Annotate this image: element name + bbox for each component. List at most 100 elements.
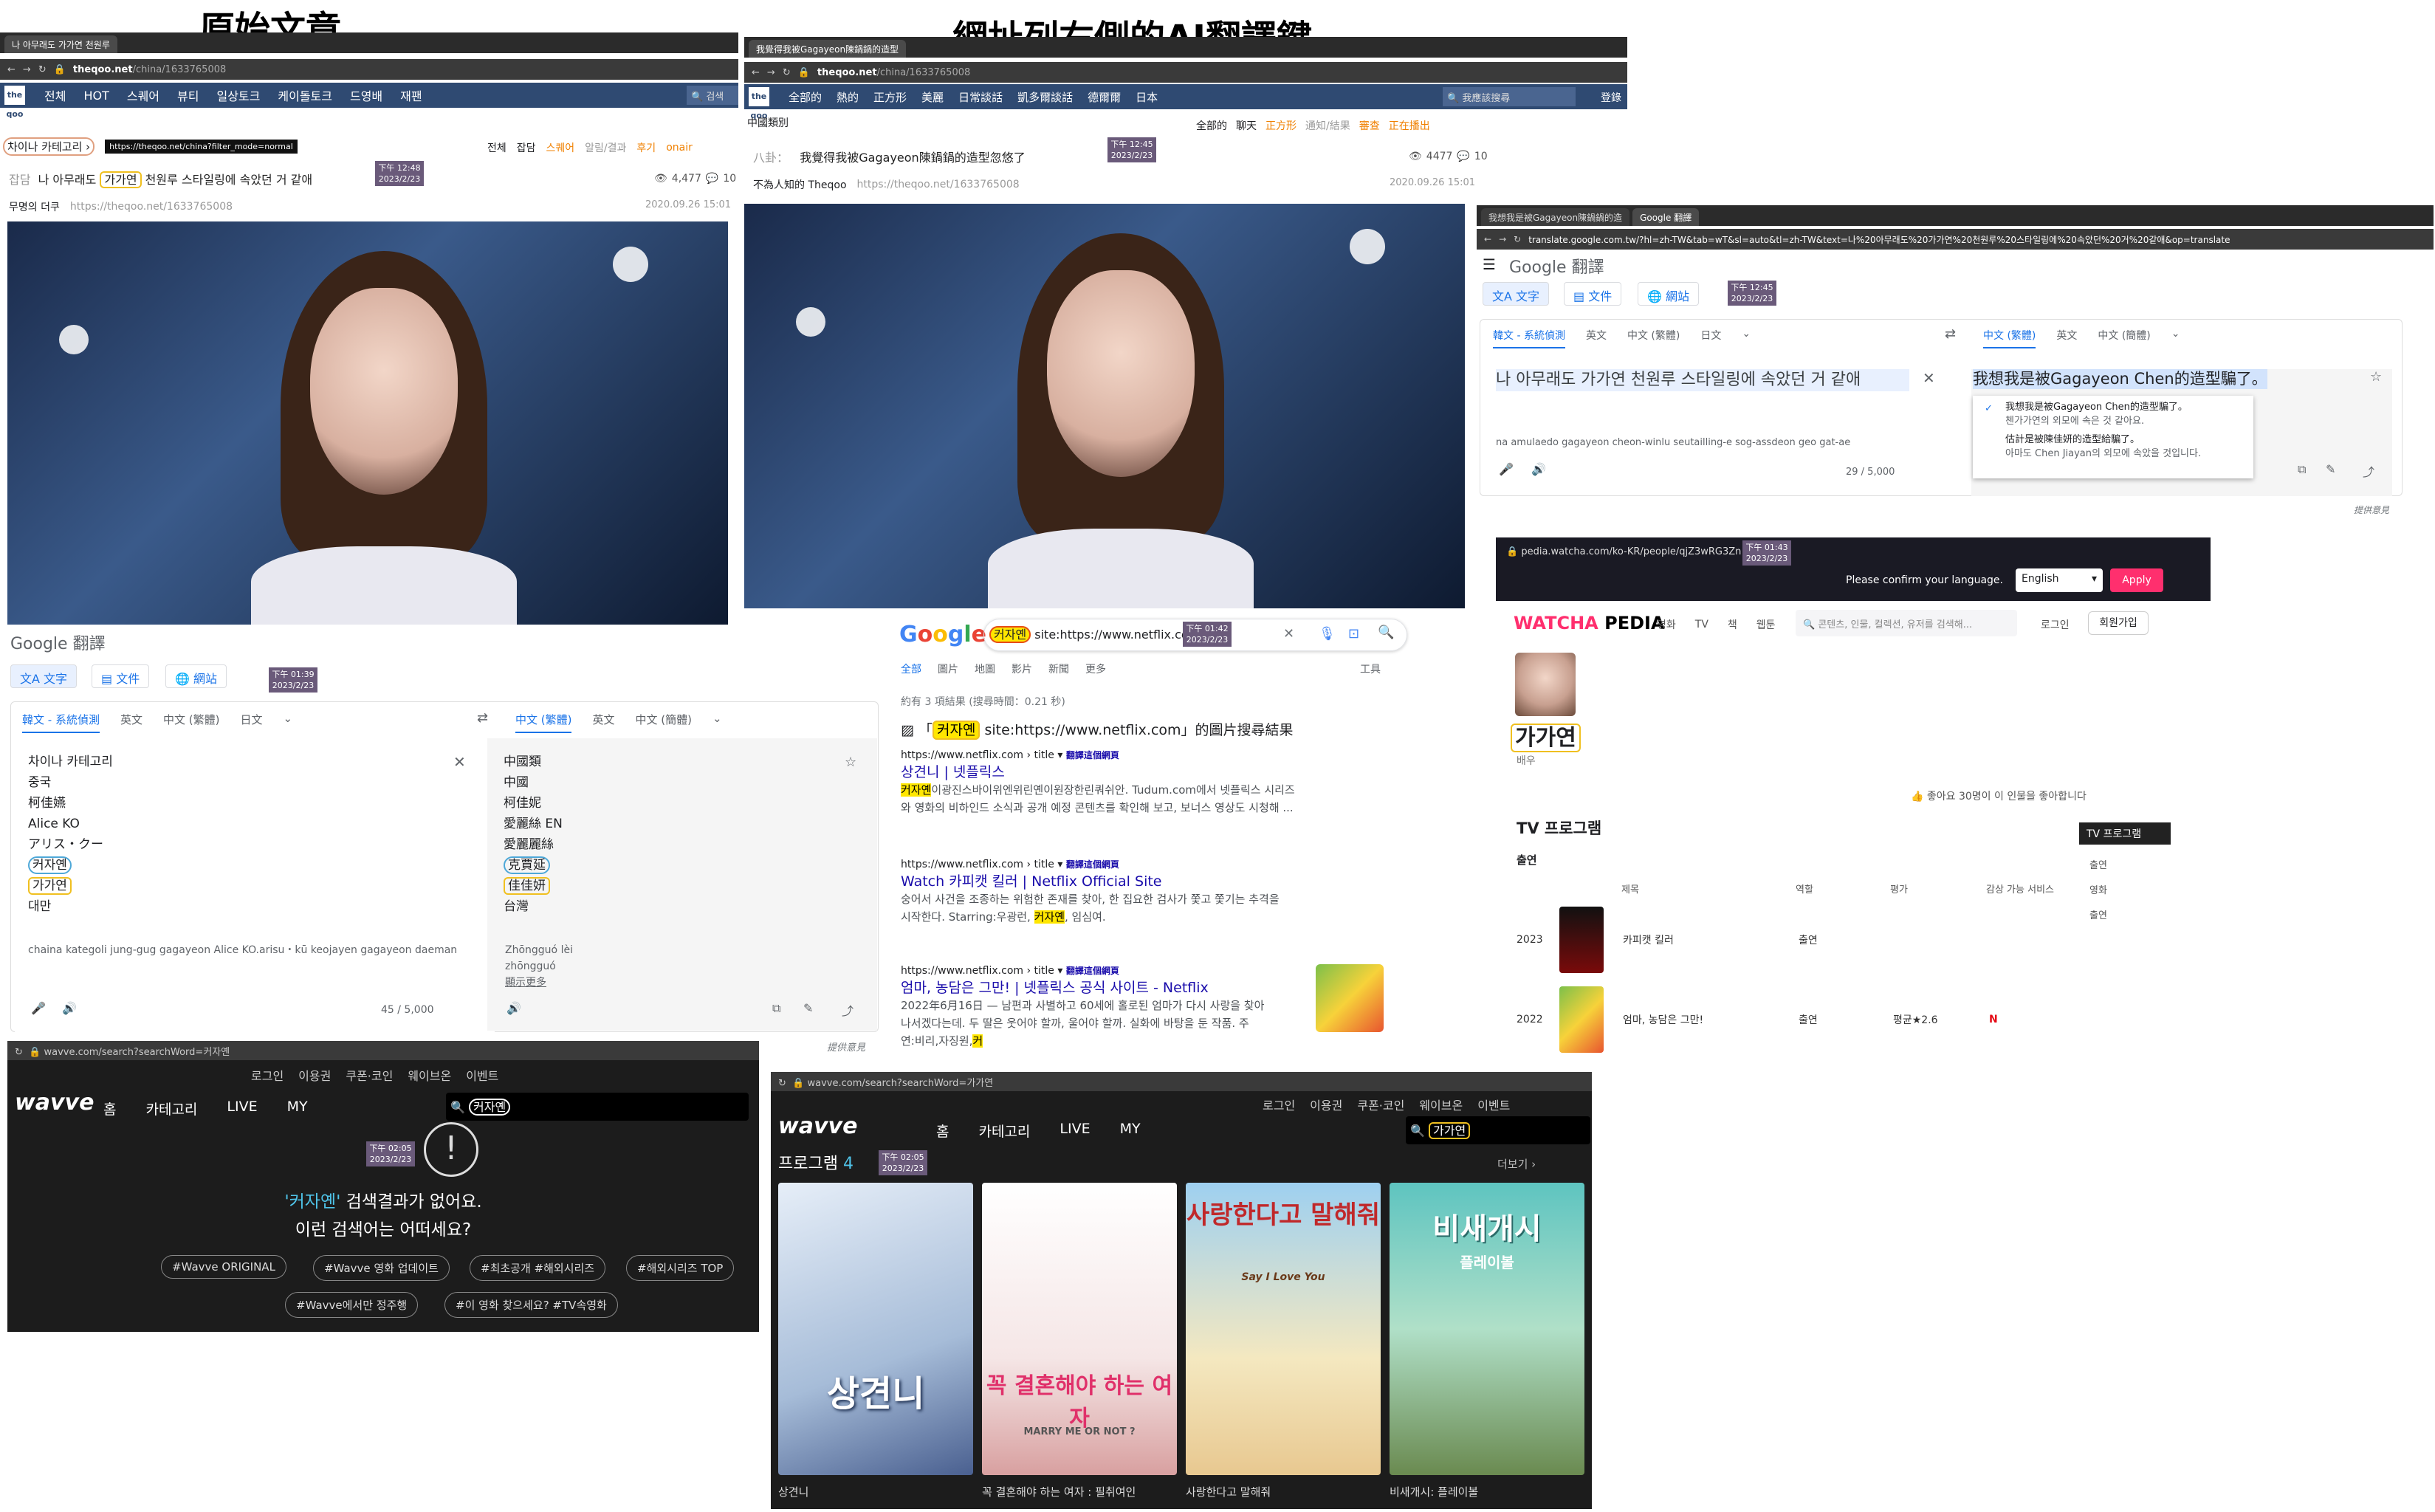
website-button[interactable]: 🌐 網站 (165, 664, 227, 688)
side-tab-tv[interactable]: TV 프로그램 (2079, 822, 2171, 845)
browser-tab-2[interactable]: Google 翻譯 (1632, 208, 1700, 226)
alt-option-2[interactable]: 估計是被陳佳妍的造型給騙了。 아마도 Chen Jiayan의 외모에 속았을 것… (2005, 433, 2246, 461)
tgt-lang-en[interactable]: 英文 (592, 712, 614, 733)
feedback-icon[interactable]: ✎ (803, 1001, 813, 1015)
filter-square[interactable]: 스퀘어 (546, 140, 575, 155)
star-icon[interactable]: ☆ (845, 755, 856, 770)
nav-my[interactable]: MY (287, 1099, 308, 1118)
nav-square[interactable]: 스퀘어 (127, 86, 159, 104)
copy-icon[interactable]: ⧉ (2298, 462, 2306, 477)
share-icon[interactable]: ⤴ (2363, 462, 2374, 480)
nav-home[interactable]: 홈 (103, 1099, 116, 1118)
clear-icon[interactable]: ✕ (453, 753, 466, 771)
more-link[interactable]: 더보기 › (1497, 1156, 1536, 1172)
login-link[interactable]: 로그인 (251, 1066, 284, 1084)
login-link[interactable]: 登錄 (1601, 90, 1621, 105)
translation-result[interactable]: 中國類 中國 柯佳妮 愛麗絲 EN 愛麗麗絲 克賈延 佳佳妍 台灣 (504, 752, 563, 917)
poster-card[interactable]: 상견니 (778, 1183, 973, 1475)
language-select[interactable]: English ▾ (2016, 568, 2103, 592)
src-lang-en[interactable]: 英文 (1586, 328, 1607, 348)
nav-beauty[interactable]: 뷰티 (177, 86, 199, 104)
search-input[interactable]: 🔍 콘텐츠, 인물, 컬렉션, 유저를 검색해... (1796, 610, 2017, 636)
result-thumbnail[interactable] (1316, 964, 1384, 1032)
hashtag-pill[interactable]: #Wavve 영화 업데이트 (313, 1255, 450, 1281)
back-icon[interactable]: ← (1484, 234, 1491, 244)
chevron-down-icon[interactable]: ⌄ (1742, 328, 1751, 348)
search-input[interactable]: 🔍 我應該搜尋 (1443, 87, 1576, 106)
nav-japan[interactable]: 재팬 (400, 86, 422, 104)
filter-chat[interactable]: 잡담 (517, 140, 536, 155)
share-icon[interactable]: ⤴ (842, 1001, 854, 1019)
back-icon[interactable]: ← (7, 64, 16, 75)
tab-maps[interactable]: 地圖 (975, 662, 995, 676)
address-bar[interactable]: 🔒 pedia.watcha.com/ko-KR/people/qjZ3wRG3… (1506, 546, 1741, 557)
filter-review[interactable]: 審查 (1359, 118, 1380, 133)
google-translate-logo[interactable]: Google 翻譯 (1509, 254, 1604, 278)
nav-live[interactable]: LIVE (227, 1099, 257, 1118)
event-link[interactable]: 이벤트 (1477, 1096, 1510, 1113)
search-query[interactable]: 🔍 커자옌 (450, 1097, 511, 1116)
browser-tab[interactable]: 나 아무래도 가가연 천원루 (4, 35, 117, 53)
nav-books[interactable]: 책 (1728, 617, 1737, 632)
hashtag-pill[interactable]: #Wavve ORIGINAL (161, 1255, 286, 1279)
feedback-icon[interactable]: ✎ (2326, 462, 2335, 476)
address-bar[interactable]: ↻ 🔒 wavve.com/search?searchWord=커자옌 (7, 1041, 759, 1060)
reload-icon[interactable]: ↻ (783, 67, 791, 78)
nav-daily[interactable]: 일상토크 (216, 86, 260, 104)
search-input[interactable]: 🔍 검색 (687, 86, 738, 105)
event-link[interactable]: 이벤트 (466, 1066, 498, 1084)
tab-more[interactable]: 更多 (1085, 662, 1106, 676)
nav-item[interactable]: 日常談話 (958, 89, 1003, 105)
filter-chat[interactable]: 聊天 (1236, 118, 1257, 133)
image-results-line[interactable]: ▨ 「커자옌 site:https://www.netflix.com」的圖片搜… (901, 719, 1294, 740)
tgt-lang-zhtw[interactable]: 中文 (繁體) (1983, 328, 2036, 348)
tab-images[interactable]: 圖片 (938, 662, 958, 676)
post-title[interactable]: 잡담 나 아무래도 가가연 천원루 스타일링에 속았던 거 같애 (9, 170, 312, 188)
coupon-link[interactable]: 쿠폰·코인 (1357, 1096, 1404, 1113)
nav-item[interactable]: 德爾爾 (1088, 89, 1121, 105)
forward-icon[interactable]: → (1499, 234, 1506, 244)
nav-my[interactable]: MY (1120, 1121, 1141, 1141)
search-result-1[interactable]: https://www.netflix.com › title ▾ 翻譯這個網頁… (901, 749, 1359, 817)
nav-item[interactable]: 凱多爾談話 (1017, 89, 1073, 105)
search-result-3[interactable]: https://www.netflix.com › title ▾ 翻譯這個網頁… (901, 964, 1344, 1050)
nav-home[interactable]: 홈 (936, 1121, 949, 1141)
filter-review[interactable]: 후기 (636, 140, 656, 155)
nav-item[interactable]: 美麗 (921, 89, 944, 105)
filter-notice[interactable]: 알림/결과 (585, 140, 626, 155)
login-link[interactable]: 로그인 (1263, 1096, 1295, 1113)
wavve-logo[interactable]: wavve (15, 1090, 94, 1116)
nav-tv[interactable]: TV (1695, 619, 1708, 630)
filter-notice[interactable]: 通知/結果 (1305, 118, 1350, 133)
nav-item[interactable]: 熱的 (837, 89, 859, 105)
nav-live[interactable]: LIVE (1059, 1121, 1090, 1141)
mic-icon[interactable]: 🎤 (1499, 462, 1514, 476)
post-link[interactable]: https://theqoo.net/1633765008 (857, 179, 1020, 190)
chevron-down-icon[interactable]: ⌄ (283, 712, 292, 733)
login-link[interactable]: 로그인 (2041, 617, 2070, 632)
poster-caption[interactable]: 비새개시: 플레이볼 (1390, 1484, 1478, 1499)
forward-icon[interactable]: → (23, 64, 31, 75)
mic-icon[interactable]: 🎤 (31, 1001, 46, 1015)
search-result-2[interactable]: https://www.netflix.com › title ▾ 翻譯這個網頁… (901, 858, 1359, 926)
address-bar[interactable]: ↻ 🔒 wavve.com/search?searchWord=가가연 (771, 1072, 1592, 1091)
translation-result[interactable]: 我想我是被Gagayeon Chen的造型騙了。 (1973, 369, 2267, 389)
alt-option-1[interactable]: 我想我是被Gagayeon Chen的造型騙了。 첸가가연의 외모에 속은 것 같… (2005, 400, 2246, 428)
filter-onair[interactable]: onair (666, 142, 693, 154)
mic-icon[interactable]: 🎙 (1319, 626, 1336, 642)
wavveon-link[interactable]: 웨이브온 (408, 1066, 451, 1084)
source-text[interactable]: 나 아무래도 가가연 천원루 스타일링에 속았던 거 같애 (1496, 369, 1909, 391)
website-button[interactable]: 🌐 網站 (1638, 282, 1700, 306)
wavve-logo[interactable]: wavve (778, 1113, 857, 1139)
hashtag-pill[interactable]: #이 영화 찾으세요? #TV속영화 (444, 1292, 618, 1318)
category-label[interactable]: 中國類別 (747, 115, 789, 130)
nav-all[interactable]: 전체 (44, 86, 66, 104)
reload-icon[interactable]: ↻ (38, 64, 47, 75)
nav-kdol[interactable]: 케이돌토크 (278, 86, 332, 104)
nav-movies[interactable]: 영화 (1657, 617, 1676, 632)
nav-webtoon[interactable]: 웹툰 (1756, 617, 1776, 632)
tab-all[interactable]: 全部 (901, 662, 921, 676)
address-bar[interactable]: theqoo.net/china/1633765008 (73, 64, 226, 75)
pass-link[interactable]: 이용권 (298, 1066, 331, 1084)
speaker-icon[interactable]: 🔊 (62, 1001, 77, 1015)
